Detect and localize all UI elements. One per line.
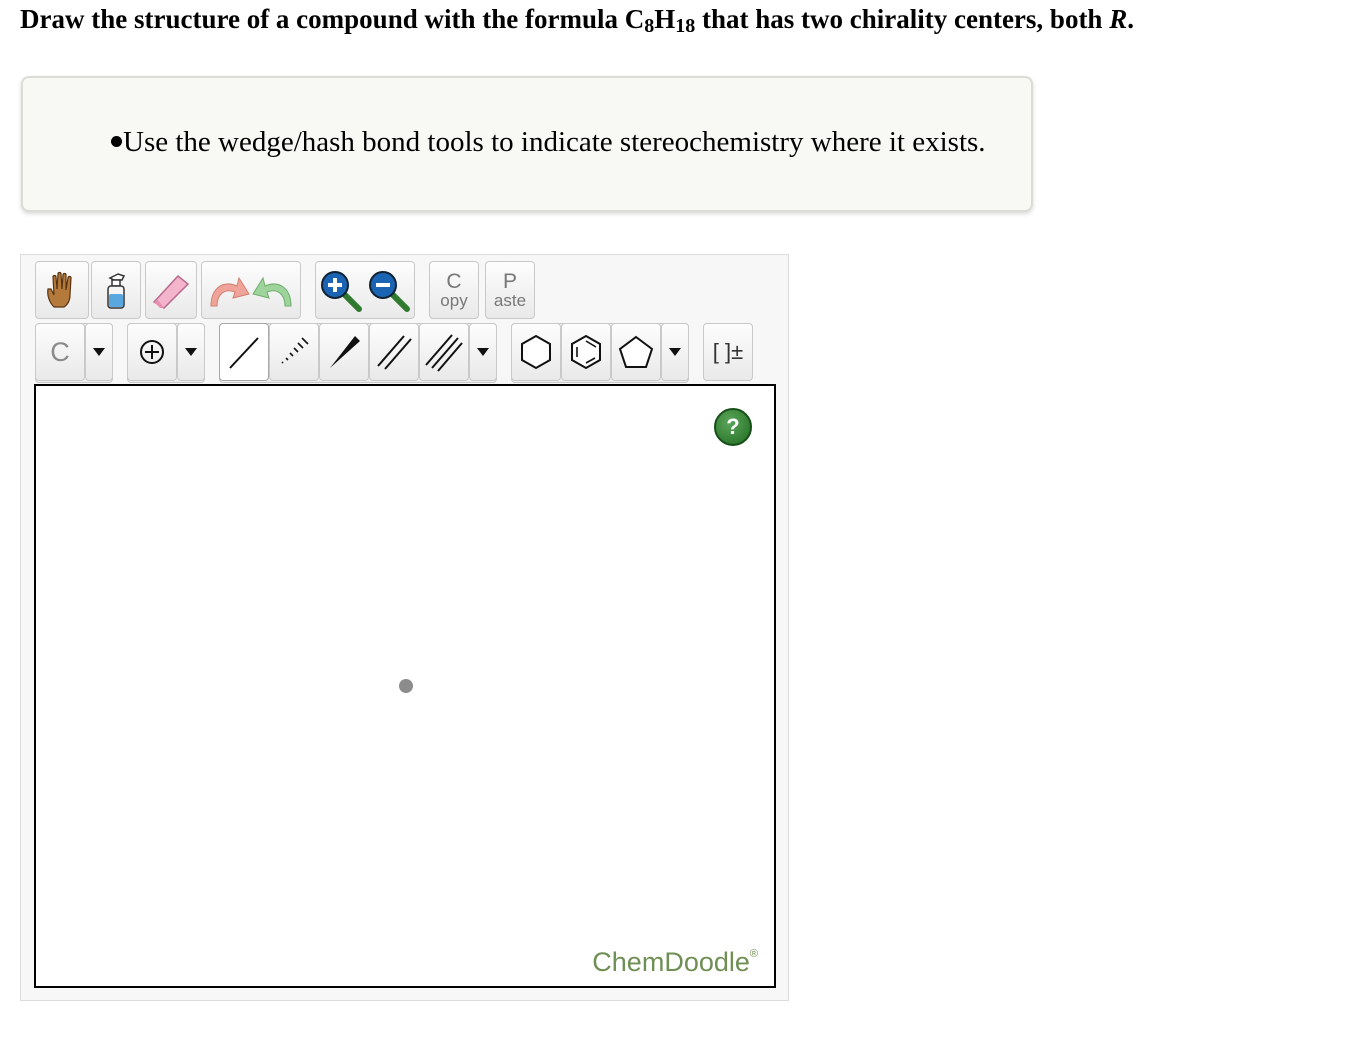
question-part-1: Draw the structure of a compound with th… [20, 4, 645, 34]
triple-bond-icon [425, 334, 463, 372]
help-label: ? [726, 414, 740, 439]
bond-dropdown-button[interactable] [469, 323, 497, 381]
help-button[interactable]: ? [714, 408, 752, 446]
paste-label-bottom: aste [493, 291, 527, 310]
hint-item: Use the wedge/hash bond tools to indicat… [123, 126, 986, 158]
wedge-bond-button[interactable] [319, 323, 369, 381]
question-config-letter: R [1109, 4, 1128, 34]
benzene-button[interactable] [561, 323, 611, 381]
eraser-tool-button[interactable] [145, 261, 197, 319]
chevron-down-icon [93, 348, 105, 356]
cyclohexane-button[interactable] [511, 323, 561, 381]
hash-bond-button[interactable] [269, 323, 319, 381]
benzene-icon [571, 334, 601, 370]
triple-bond-button[interactable] [419, 323, 469, 381]
chevron-down-icon [185, 348, 197, 356]
hexagon-icon [521, 334, 551, 370]
registered-mark: ® [749, 948, 758, 960]
undo-icon[interactable] [203, 268, 251, 312]
drawing-canvas[interactable]: ? ChemDoodle® [34, 384, 776, 988]
wedge-bond-icon [330, 336, 360, 368]
question-text: Draw the structure of a compound with th… [20, 4, 1134, 37]
copy-label-bottom: opy [440, 291, 468, 310]
zoom-in-icon[interactable] [317, 267, 365, 313]
double-bond-button[interactable] [369, 323, 419, 381]
formula-subscript-carbon: 8 [644, 15, 655, 37]
question-part-2: H [654, 4, 676, 34]
copy-label-top: C [446, 270, 462, 293]
chemdoodle-logo: ChemDoodle® [592, 947, 758, 978]
chevron-down-icon [477, 348, 489, 356]
hint-box: Use the wedge/hash bond tools to indicat… [21, 76, 1033, 212]
copy-button[interactable]: C opy [429, 261, 479, 319]
paste-label-top: P [502, 270, 517, 293]
formula-subscript-hydrogen: 18 [675, 15, 696, 37]
double-bond-icon [377, 335, 412, 370]
spray-bottle-icon [107, 273, 126, 309]
ring-dropdown-button[interactable] [661, 323, 689, 381]
undo-redo-group [201, 261, 301, 319]
hand-icon [47, 271, 72, 308]
brand-label: ChemDoodle [592, 947, 750, 977]
zoom-out-icon[interactable] [365, 267, 413, 313]
charge-plus-icon [140, 340, 164, 364]
atom-carbon-button[interactable]: C [35, 323, 85, 381]
paste-button[interactable]: P aste [485, 261, 535, 319]
cleaner-tool-button[interactable] [91, 261, 141, 319]
redo-icon[interactable] [251, 268, 299, 312]
bracket-charge-label: [ ]± [712, 339, 744, 364]
charge-dropdown-button[interactable] [177, 323, 205, 381]
cyclopentane-button[interactable] [611, 323, 661, 381]
single-bond-icon [229, 337, 259, 369]
cursor-dot [399, 679, 413, 693]
charge-bracket-button[interactable]: [ ]± [703, 323, 753, 381]
question-part-4: . [1127, 4, 1134, 34]
pentagon-icon [618, 335, 654, 368]
charge-plus-button[interactable] [127, 323, 177, 381]
chevron-down-icon [669, 348, 681, 356]
hash-bond-icon [281, 337, 309, 364]
single-bond-button[interactable] [219, 323, 269, 381]
atom-dropdown-button[interactable] [85, 323, 113, 381]
zoom-group [315, 261, 415, 319]
pan-tool-button[interactable] [35, 261, 89, 319]
eraser-icon [152, 274, 190, 309]
bullet-icon [111, 136, 122, 147]
question-part-3: that has two chirality centers, both [695, 4, 1110, 34]
atom-label: C [50, 336, 70, 367]
